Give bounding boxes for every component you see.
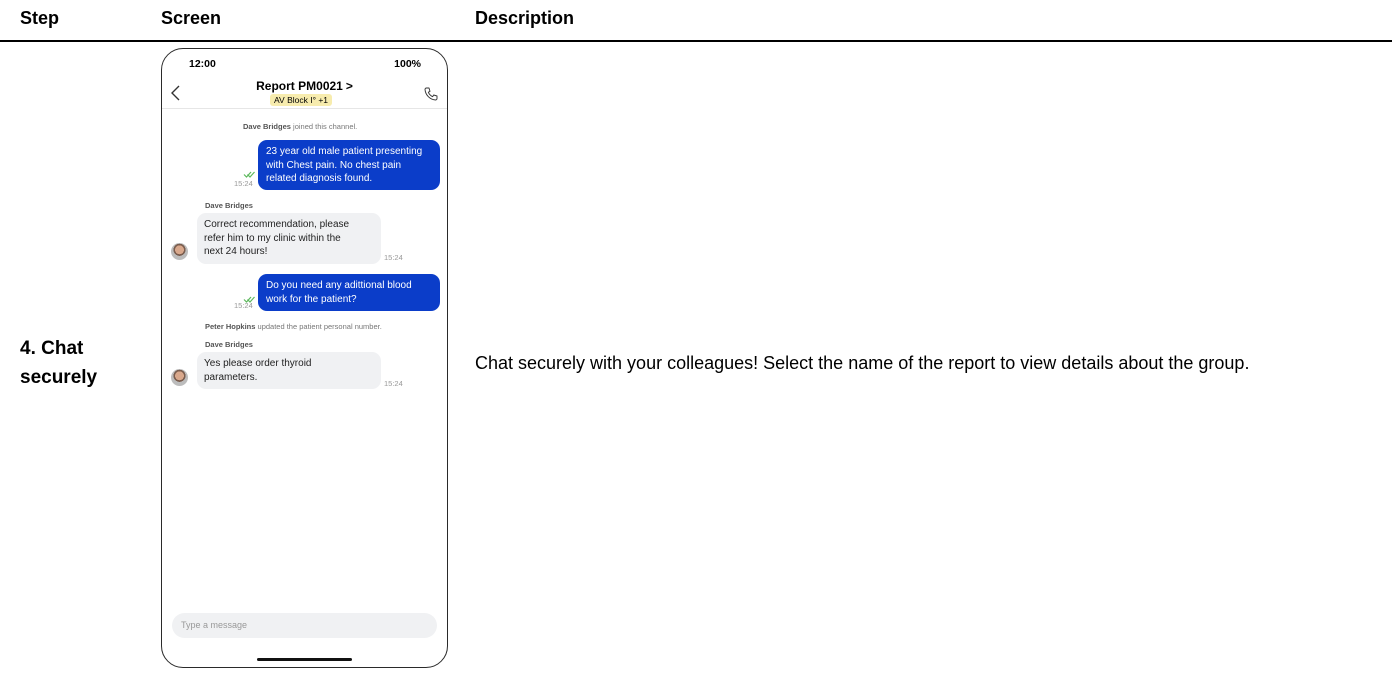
diagnosis-tag[interactable]: AV Block I° +1 <box>270 94 333 106</box>
message-time: 15:24 <box>234 301 253 310</box>
message-line: next 24 hours! <box>204 246 268 257</box>
avatar[interactable] <box>171 243 188 260</box>
message-line: Correct recommendation, please <box>204 219 350 230</box>
system-message-name: Dave Bridges <box>243 122 291 131</box>
message-line: 23 year old male patient presenting <box>266 146 423 157</box>
outgoing-message-bubble[interactable]: 23 year old male patient presenting with… <box>258 140 440 190</box>
phone-screen: 12:00 100% Report PM0021 > AV Block I° +1… <box>161 48 448 668</box>
message-line: Do you need any adittional blood <box>266 280 412 291</box>
system-message-text: joined this channel. <box>293 122 358 131</box>
home-indicator <box>257 658 352 661</box>
message-line: refer him to my clinic within the <box>204 232 341 244</box>
message-sender: Dave Bridges <box>205 340 253 349</box>
message-sender: Dave Bridges <box>205 201 253 210</box>
incoming-message-bubble[interactable]: Correct recommendation, please refer him… <box>197 213 381 264</box>
system-message: Peter Hopkins updated the patient person… <box>205 322 382 331</box>
step-description: Chat securely with your colleagues! Sele… <box>475 353 1250 373</box>
chevron-right-icon: > <box>345 79 353 93</box>
system-message-text: updated the patient personal number. <box>257 322 382 331</box>
message-line: Yes please order thyroid <box>204 358 312 369</box>
report-title[interactable]: Report PM0021 <box>256 79 343 93</box>
report-title-button[interactable]: Report PM0021 > <box>162 79 447 93</box>
step-label: 4. Chat securely <box>20 334 110 392</box>
message-time: 15:24 <box>234 179 253 188</box>
incoming-message-bubble[interactable]: Yes please order thyroid parameters. <box>197 352 381 389</box>
system-message-name: Peter Hopkins <box>205 322 256 331</box>
message-time: 15:24 <box>384 253 403 262</box>
step-label-text: 4. Chat securely <box>20 338 98 388</box>
system-message: Dave Bridges joined this channel. <box>243 122 357 131</box>
message-line: parameters. <box>204 371 258 383</box>
header-divider <box>0 40 1392 42</box>
outgoing-message-bubble[interactable]: Do you need any adittional blood work fo… <box>258 274 440 311</box>
status-time: 12:00 <box>189 58 216 70</box>
message-time: 15:24 <box>384 379 403 388</box>
header-step: Step <box>20 8 60 28</box>
status-battery: 100% <box>394 58 421 70</box>
message-line: related diagnosis found. <box>266 173 373 184</box>
message-line: with Chest pain. No chest pain <box>266 159 402 171</box>
header-screen: Screen <box>161 8 222 28</box>
avatar[interactable] <box>171 369 188 386</box>
phone-icon[interactable] <box>423 86 439 107</box>
message-input[interactable]: Type a message <box>172 613 437 638</box>
message-line: work for the patient? <box>266 293 357 305</box>
header-description: Description <box>475 8 575 28</box>
nav-divider <box>162 108 447 109</box>
